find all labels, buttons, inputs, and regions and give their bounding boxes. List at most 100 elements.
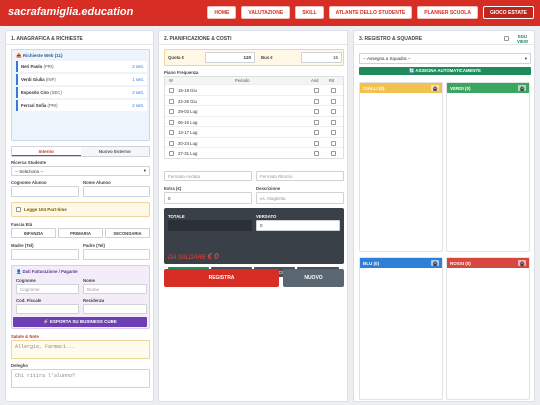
bus-input[interactable]: 15 (301, 52, 342, 63)
request-item[interactable]: Verdi Giulia (INF) 1 sett. (16, 74, 147, 85)
tab-nuovo-esterno[interactable]: Nuovo Esterno (80, 147, 149, 156)
andata-checkbox[interactable] (314, 88, 319, 93)
age-group-buttons: INFANZIA PRIMARIA SECONDARIA (11, 228, 150, 238)
billing-name-label: Nome (83, 278, 95, 283)
week-period: 29-03 Lug (178, 109, 198, 114)
request-name: Ferrari Sofia (21, 103, 47, 108)
week-checkbox[interactable] (169, 130, 174, 135)
fiscal-code-input[interactable] (16, 304, 79, 314)
nav-planner[interactable]: PLANNER SCUOLA (417, 6, 478, 19)
col-rit: Rit (329, 78, 335, 83)
tab-interno[interactable]: Interno (12, 147, 81, 156)
law-104-checkbox[interactable] (16, 207, 21, 212)
request-name: Verdi Giulia (21, 77, 45, 82)
ritorno-checkbox[interactable] (331, 98, 336, 104)
andata-checkbox[interactable] (314, 119, 319, 125)
print-icon[interactable]: 🖨 (518, 85, 526, 91)
table-header: W Periodo And Rit (165, 77, 343, 84)
col-and: And (311, 78, 319, 83)
table-row: 29-03 Lug (165, 105, 343, 116)
stop-outbound-input[interactable]: Fermata Andata (164, 171, 252, 181)
divider (159, 44, 347, 45)
extra-input[interactable]: 0 (164, 192, 252, 204)
table-row: 15-19 Giu (165, 84, 343, 95)
squad-name: ROSSI (0) (450, 260, 471, 266)
delegate-textarea[interactable]: Chi ritira l'alunno? (11, 369, 150, 388)
print-icon[interactable]: 🖨 (431, 85, 439, 91)
quota-input[interactable]: 120 (205, 52, 255, 63)
name-input[interactable] (83, 186, 150, 197)
billing-name-input[interactable]: Nome (83, 284, 147, 294)
andata-checkbox[interactable] (314, 130, 319, 135)
stop-return-input[interactable]: Fermata Ritorno (256, 171, 344, 181)
description-input[interactable]: es. Maglietta (256, 192, 344, 204)
col-w: W (169, 78, 173, 83)
squad-header: GIALLI (0) 🖨 (360, 83, 442, 93)
week-period: 15-19 Giu (178, 88, 197, 93)
student-select[interactable]: -- Seleziona -- ▾ (11, 166, 150, 176)
residence-input[interactable] (83, 304, 147, 314)
surname-label: Cognome Alunno (11, 180, 47, 185)
squad-gialli: GIALLI (0) 🖨 (359, 82, 443, 252)
request-item[interactable]: Ferrari Sofia (PRI) 2 sett. (16, 100, 147, 111)
billing-surname-input[interactable]: Cognome (16, 284, 79, 294)
nav-atlante[interactable]: ATLANTE DELLO STUDENTE (328, 6, 413, 19)
request-grade: (PRI) (43, 64, 54, 69)
auto-assign-button[interactable]: 🔄 ASSEGNA AUTOMATICAMENTE (359, 67, 531, 75)
new-button[interactable]: NUOVO (283, 269, 344, 287)
table-row: 22-26 Giu (165, 94, 343, 106)
week-period: 22-26 Giu (178, 98, 197, 104)
week-checkbox[interactable] (169, 109, 174, 114)
week-period: 27-31 Lug (178, 151, 198, 156)
andata-checkbox[interactable] (314, 151, 319, 156)
ritorno-checkbox[interactable] (331, 140, 336, 146)
edu-view-checkbox[interactable] (504, 36, 509, 41)
ritorno-checkbox[interactable] (331, 151, 336, 156)
request-name: Neri Paolo (21, 64, 43, 69)
andata-checkbox[interactable] (314, 140, 319, 146)
age-label: Fascia Età (11, 222, 33, 227)
assign-squad-value: -- Assegna a Squadra -- (363, 56, 411, 61)
ritorno-checkbox[interactable] (331, 130, 336, 135)
register-button[interactable]: REGISTRA (164, 269, 279, 287)
andata-checkbox[interactable] (314, 98, 319, 104)
week-checkbox[interactable] (169, 140, 174, 146)
print-icon[interactable]: 🖨 (518, 260, 526, 266)
paid-input[interactable]: 0 (256, 220, 340, 231)
mother-phone-input[interactable] (11, 249, 79, 260)
panel-anagrafica: 1. ANAGRAFICA & RICHIESTE 📥 Richieste We… (5, 30, 154, 402)
print-icon[interactable]: 🖨 (431, 260, 439, 266)
week-checkbox[interactable] (169, 119, 174, 125)
main-nav: HOME VALUTAZIONE SKILL ATLANTE DELLO STU… (207, 6, 534, 19)
request-item[interactable]: Neri Paolo (PRI) 2 sett. (16, 61, 147, 72)
table-row: 06-10 Lug (165, 115, 343, 127)
brand-logo[interactable]: sacrafamiglia.education (8, 6, 133, 18)
panel-registro: 3. REGISTRO & SQUADRE EDU VIEW -- Assegn… (353, 30, 535, 402)
divider (6, 44, 153, 45)
andata-checkbox[interactable] (314, 109, 319, 114)
nav-gioco-estate[interactable]: GIOCO ESTATE (482, 6, 534, 19)
assign-squad-select[interactable]: -- Assegna a Squadra -- ▾ (359, 53, 531, 64)
export-business-cube-button[interactable]: ⚡ ESPORTA SU BUSINESS CUBE (13, 317, 147, 327)
nav-home[interactable]: HOME (207, 6, 237, 19)
health-notes-textarea[interactable]: Allergie, Farmaci... (11, 340, 150, 359)
ritorno-checkbox[interactable] (331, 119, 336, 125)
week-checkbox[interactable] (169, 151, 174, 156)
ritorno-checkbox[interactable] (331, 109, 336, 114)
law-104-toggle[interactable]: Legge 104 Part-time (11, 202, 150, 217)
week-period: 06-10 Lug (178, 119, 198, 125)
age-primaria-button[interactable]: PRIMARIA (58, 228, 103, 238)
squad-rossi: ROSSI (0) 🖨 (446, 257, 530, 400)
week-checkbox[interactable] (169, 88, 174, 93)
ritorno-checkbox[interactable] (331, 88, 336, 93)
surname-input[interactable] (11, 186, 79, 197)
age-secondaria-button[interactable]: SECONDARIA (105, 228, 150, 238)
nav-skill[interactable]: SKILL (295, 6, 324, 19)
nav-valutazione[interactable]: VALUTAZIONE (241, 6, 291, 19)
father-phone-input[interactable] (83, 249, 150, 260)
week-checkbox[interactable] (169, 98, 174, 104)
total-label: TOTALE (168, 214, 185, 219)
age-infanzia-button[interactable]: INFANZIA (11, 228, 56, 238)
request-item[interactable]: Esposito Ciro (SEC) 3 sett. (16, 87, 147, 98)
table-row: 13-17 Lug (165, 126, 343, 137)
